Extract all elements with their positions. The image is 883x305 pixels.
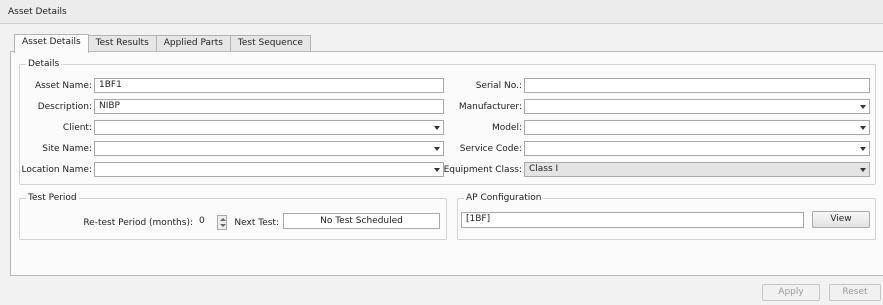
client-label: Client: xyxy=(62,123,92,133)
location-name-select[interactable] xyxy=(94,162,444,177)
manufacturer-select[interactable] xyxy=(524,99,870,114)
model-select[interactable] xyxy=(524,120,870,135)
test-period-legend: Test Period xyxy=(26,193,79,203)
chevron-down-icon xyxy=(860,126,866,130)
stepper-down-icon xyxy=(220,224,226,227)
location-name-label: Location Name: xyxy=(21,165,92,175)
tab-asset-details[interactable]: Asset Details xyxy=(14,34,89,53)
serial-no-input[interactable] xyxy=(524,78,870,93)
asset-name-input[interactable]: 1BF1 xyxy=(94,78,444,93)
retest-period-input[interactable]: 0 xyxy=(195,215,217,230)
client-select[interactable] xyxy=(94,120,444,135)
equipment-class-label: Equipment Class: xyxy=(443,165,522,175)
next-test-value: No Test Scheduled xyxy=(283,213,440,229)
equipment-class-select[interactable]: Class I xyxy=(524,162,870,177)
description-input[interactable]: NIBP xyxy=(94,99,444,114)
next-test-label: Next Test: xyxy=(234,218,279,228)
retest-period-stepper[interactable] xyxy=(217,215,227,230)
ap-configuration-legend: AP Configuration xyxy=(464,193,544,203)
tab-test-sequence[interactable]: Test Sequence xyxy=(229,35,311,52)
serial-no-label: Serial No.: xyxy=(475,81,522,91)
description-label: Description: xyxy=(37,102,92,112)
tab-test-results[interactable]: Test Results xyxy=(87,35,157,52)
chevron-down-icon xyxy=(860,105,866,109)
view-button[interactable]: View xyxy=(812,211,870,228)
window-titlebar: Asset Details xyxy=(0,0,883,24)
site-name-select[interactable] xyxy=(94,141,444,156)
service-code-label: Service Code: xyxy=(459,144,522,154)
service-code-select[interactable] xyxy=(524,141,870,156)
chevron-down-icon xyxy=(434,168,440,172)
window-title: Asset Details xyxy=(8,7,67,17)
chevron-down-icon xyxy=(860,147,866,151)
asset-name-label: Asset Name: xyxy=(34,81,92,91)
details-legend: Details xyxy=(26,59,62,69)
manufacturer-label: Manufacturer: xyxy=(458,102,522,112)
chevron-down-icon xyxy=(434,126,440,130)
apply-button[interactable]: Apply xyxy=(762,284,820,301)
equipment-class-value: Class I xyxy=(529,164,559,174)
retest-period-label: Re-test Period (months): xyxy=(83,218,193,228)
site-name-label: Site Name: xyxy=(42,144,92,154)
chevron-down-icon xyxy=(860,168,866,172)
asset-details-panel: Details Asset Name: 1BF1 Description: NI… xyxy=(10,51,883,276)
model-label: Model: xyxy=(491,123,522,133)
reset-button[interactable]: Reset xyxy=(829,284,881,301)
tab-applied-parts[interactable]: Applied Parts xyxy=(155,35,231,52)
tab-bar: Asset Details Test Results Applied Parts… xyxy=(14,34,311,53)
stepper-up-icon xyxy=(220,218,226,221)
ap-configuration-input[interactable]: [1BF] xyxy=(461,212,804,228)
chevron-down-icon xyxy=(434,147,440,151)
